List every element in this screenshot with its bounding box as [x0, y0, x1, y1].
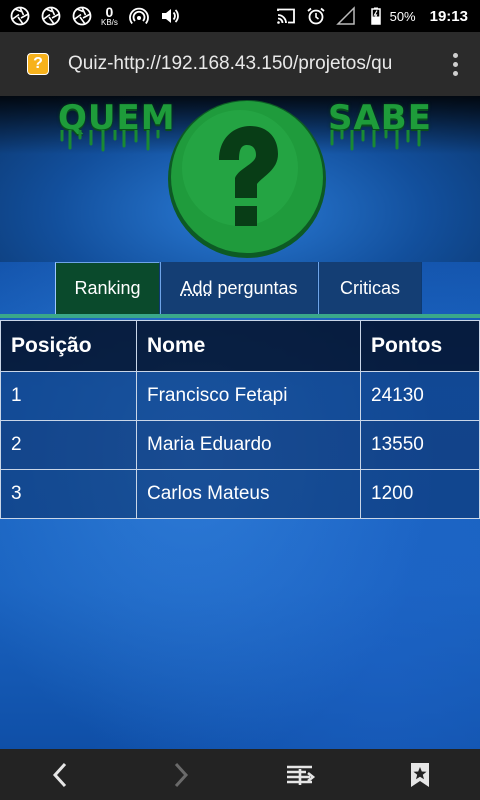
- header-posicao: Posição: [0, 320, 137, 372]
- menu-dot: [453, 70, 458, 76]
- url-field[interactable]: Quiz-http://192.168.43.150/projetos/qu: [68, 53, 406, 75]
- net-speed-unit: KB/s: [101, 17, 118, 27]
- table-row: 3 Carlos Mateus 1200: [0, 469, 480, 519]
- cell-name: Francisco Fetapi: [136, 371, 361, 421]
- aperture-icon: [72, 6, 92, 26]
- nav-tabs: Ranking Add perguntas Criticas: [55, 262, 422, 314]
- battery-percent: 50%: [389, 8, 416, 24]
- tab-ranking-label: Ranking: [74, 278, 141, 298]
- cell-name: Maria Eduardo: [136, 420, 361, 470]
- header-pontos: Pontos: [360, 320, 480, 372]
- overflow-menu-icon[interactable]: [453, 52, 458, 76]
- clock: 19:13: [429, 7, 468, 25]
- site-favicon-icon: ?: [27, 53, 49, 75]
- tab-add-abbr: Add: [180, 277, 213, 298]
- forward-icon[interactable]: [166, 761, 194, 789]
- header-nome: Nome: [136, 320, 361, 372]
- tab-criticas[interactable]: Criticas: [318, 262, 422, 314]
- aperture-icon: [10, 6, 30, 26]
- cell-position: 2: [0, 420, 137, 470]
- cell-name: Carlos Mateus: [136, 469, 361, 519]
- alarm-icon: [307, 7, 325, 25]
- aperture-icon: [41, 6, 61, 26]
- tab-add-perguntas[interactable]: Add perguntas: [160, 262, 318, 314]
- cell-position: 1: [0, 371, 137, 421]
- cell-points: 24130: [360, 371, 480, 421]
- table-row: 1 Francisco Fetapi 24130: [0, 371, 480, 421]
- cell-points: 1200: [360, 469, 480, 519]
- tab-criticas-label: Criticas: [339, 277, 400, 298]
- table-row: 2 Maria Eduardo 13550: [0, 420, 480, 470]
- back-icon[interactable]: [47, 761, 75, 789]
- quiz-banner: QUEM SABE: [0, 96, 480, 262]
- cell-position: 3: [0, 469, 137, 519]
- volume-icon: [161, 9, 179, 23]
- net-speed: 0 KB/s: [101, 3, 118, 27]
- ranking-table: Posição Nome Pontos 1 Francisco Fetapi 2…: [0, 320, 480, 519]
- menu-dot: [453, 61, 458, 67]
- slime-drips-left: [60, 130, 160, 152]
- status-bar: 0 KB/s 50% 19:13: [0, 0, 480, 32]
- bookmarks-icon[interactable]: [406, 761, 434, 789]
- tab-underline: [0, 314, 480, 318]
- page-content: QUEM SABE Ranking Add perguntas Criticas: [0, 96, 480, 749]
- cast-icon: [276, 8, 295, 24]
- hotspot-icon: [129, 7, 149, 25]
- cell-points: 13550: [360, 420, 480, 470]
- reader-mode-icon[interactable]: [286, 761, 318, 789]
- tab-ranking[interactable]: Ranking: [55, 262, 160, 314]
- browser-address-bar[interactable]: ? Quiz-http://192.168.43.150/projetos/qu: [0, 32, 480, 96]
- signal-icon: [335, 6, 355, 25]
- tab-add-perguntas-label: perguntas: [212, 277, 298, 298]
- question-mark-logo-icon: [168, 100, 326, 258]
- menu-dot: [453, 52, 458, 58]
- table-header-row: Posição Nome Pontos: [0, 320, 480, 372]
- slime-drips-right: [330, 130, 421, 151]
- battery-icon: [370, 7, 381, 25]
- net-speed-value: 0: [105, 3, 114, 20]
- browser-bottom-bar: [0, 749, 480, 800]
